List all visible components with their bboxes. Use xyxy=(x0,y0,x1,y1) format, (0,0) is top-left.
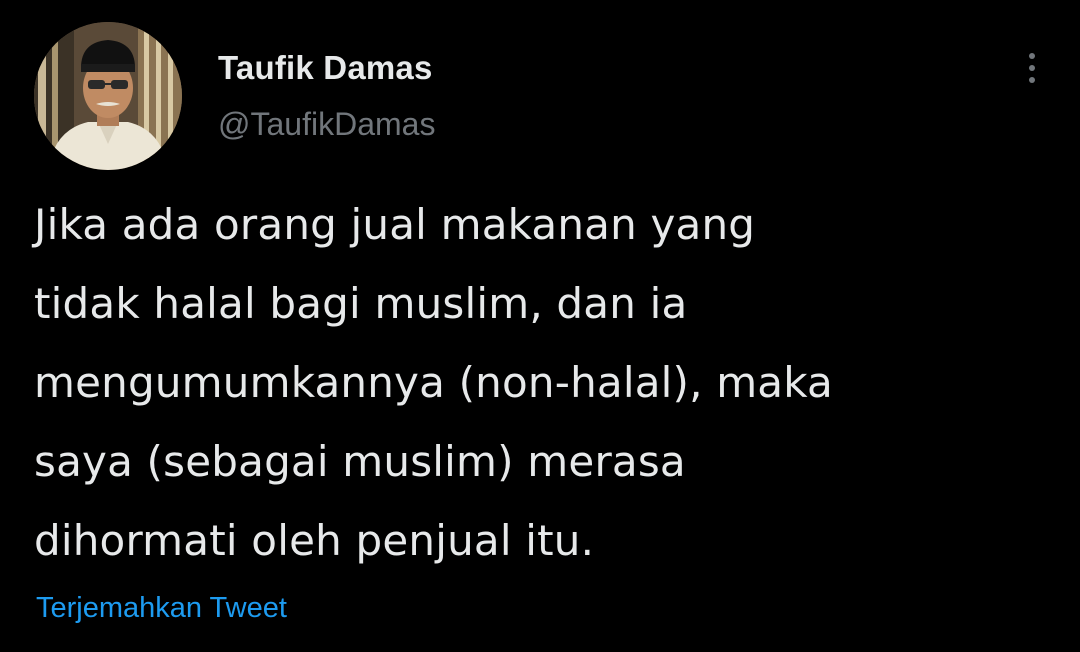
author-display-name[interactable]: Taufik Damas xyxy=(218,48,435,88)
author-names: Taufik Damas @TaufikDamas xyxy=(218,48,435,144)
profile-photo xyxy=(34,22,182,170)
more-dot xyxy=(1029,53,1035,59)
more-options-icon[interactable] xyxy=(1020,46,1044,90)
tweet-text-line: saya (sebagai muslim) merasa xyxy=(34,437,686,486)
author-handle[interactable]: @TaufikDamas xyxy=(218,104,435,144)
tweet-text-line: dihormati oleh penjual itu. xyxy=(34,516,595,565)
more-dot xyxy=(1029,65,1035,71)
tweet-text: Jika ada orang jual makanan yang tidak h… xyxy=(34,185,1044,580)
translate-tweet-link[interactable]: Terjemahkan Tweet xyxy=(36,588,287,628)
tweet-text-line: mengumumkannya (non-halal), maka xyxy=(34,358,833,407)
more-dot xyxy=(1029,77,1035,83)
avatar[interactable] xyxy=(34,22,182,170)
tweet-text-line: tidak halal bagi muslim, dan ia xyxy=(34,279,688,328)
tweet-text-line: Jika ada orang jual makanan yang xyxy=(34,200,756,249)
tweet-card: Taufik Damas @TaufikDamas Jika ada orang… xyxy=(0,0,1080,652)
tweet-header: Taufik Damas @TaufikDamas xyxy=(34,22,1044,172)
